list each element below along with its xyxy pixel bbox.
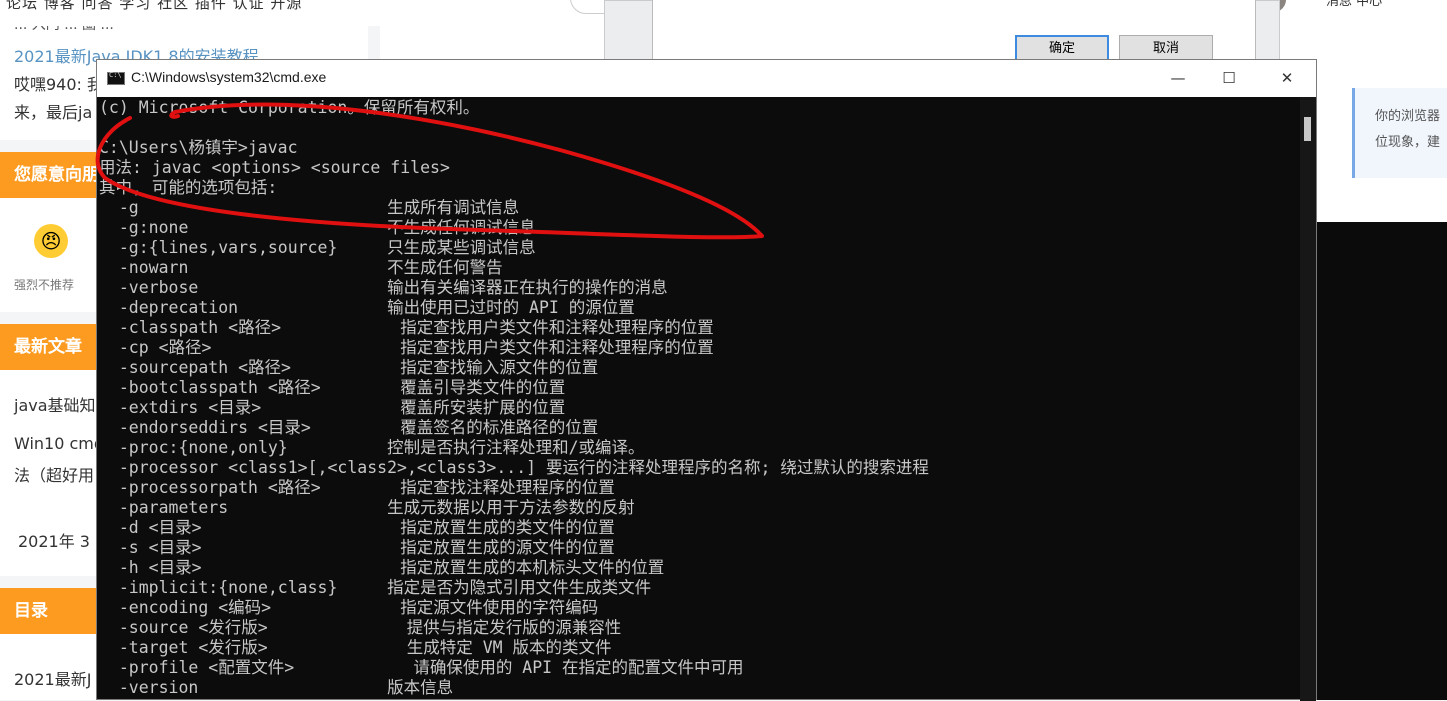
cmd-window[interactable]: C:\Windows\system32\cmd.exe — ☐ ✕ (c) Mi…: [96, 59, 1317, 701]
console-line: -encoding <编码> 指定源文件使用的字符编码: [99, 598, 599, 617]
latest-article-item[interactable]: java基础知: [14, 392, 96, 416]
browser-notice: 你的浏览器 位现象，建: [1352, 88, 1447, 178]
console-line: -s <目录> 指定放置生成的源文件的位置: [99, 538, 615, 557]
console-line: -target <发行版> 生成特定 VM 版本的类文件: [99, 638, 612, 657]
console-line: -source <发行版> 提供与指定发行版的源兼容性: [99, 618, 622, 637]
console-line: 其中, 可能的选项包括:: [99, 178, 278, 197]
angry-face-icon[interactable]: 😠: [34, 224, 68, 258]
latest-article-item-cont[interactable]: 法（超好用: [14, 462, 94, 486]
console-line: -g:none 不生成任何调试信息: [99, 218, 536, 237]
console-line: -processorpath <路径> 指定查找注释处理程序的位置: [99, 478, 615, 497]
user-menu[interactable]: 消息 中心: [1326, 0, 1382, 9]
close-icon[interactable]: ✕: [1264, 60, 1310, 97]
rating-label: 强烈不推荐: [14, 278, 75, 292]
console-line: -d <目录> 指定放置生成的类文件的位置: [99, 518, 615, 537]
console-line: -version 版本信息: [99, 678, 454, 697]
article-snippet: ... 入门 ... 圈 ...: [14, 26, 114, 34]
comment-line: 来，最后ja: [14, 103, 93, 122]
console-line: -parameters 生成元数据以用于方法参数的反射: [99, 498, 635, 517]
console-line: -verbose 输出有关编译器正在执行的操作的消息: [99, 278, 668, 297]
console-output[interactable]: (c) Microsoft Corporation。保留所有权利。 C:\User…: [97, 97, 1302, 701]
console-line: -cp <路径> 指定查找用户类文件和注释处理程序的位置: [99, 338, 714, 357]
cmd-titlebar[interactable]: C:\Windows\system32\cmd.exe — ☐ ✕: [97, 60, 1316, 97]
window-title: C:\Windows\system32\cmd.exe: [131, 69, 327, 85]
minimize-icon[interactable]: —: [1155, 60, 1201, 97]
console-line: -endorseddirs <目录> 覆盖签名的标准路径的位置: [99, 418, 599, 437]
console-line: -h <目录> 指定放置生成的本机标头文件的位置: [99, 558, 665, 577]
console-line: 用法: javac <options> <source files>: [99, 158, 450, 177]
console-line: -profile <配置文件> 请确保使用的 API 在指定的配置文件中可用: [99, 658, 744, 677]
console-line: -sourcepath <路径> 指定查找输入源文件的位置: [99, 358, 599, 377]
console-line: (c) Microsoft Corporation。保留所有权利。: [99, 98, 480, 117]
console-line: -processor <class1>[,<class2>,<class3>..…: [99, 458, 929, 477]
console-line: -classpath <路径> 指定查找用户类文件和注释处理程序的位置: [99, 318, 714, 337]
scrollbar-thumb[interactable]: [1304, 117, 1311, 141]
console-line: -proc:{none,only} 控制是否执行注释处理和/或编译。: [99, 438, 645, 457]
latest-article-item[interactable]: Win10 cmd: [14, 434, 104, 453]
notice-line: 位现象，建: [1375, 135, 1441, 150]
top-nav-links[interactable]: 论坛 博客 问答 学习 社区 插件 认证 开源: [6, 0, 302, 13]
console-line: -bootclasspath <路径> 覆盖引导类文件的位置: [99, 378, 566, 397]
dark-panel: [1316, 222, 1447, 700]
archive-item[interactable]: 2021年 3: [18, 528, 90, 552]
console-line: -g 生成所有调试信息: [99, 198, 520, 217]
console-line: -extdirs <目录> 覆盖所安装扩展的位置: [99, 398, 566, 417]
console-line: -nowarn 不生成任何警告: [99, 258, 503, 277]
console-line: -g:{lines,vars,source} 只生成某些调试信息: [99, 238, 536, 257]
console-line: -deprecation 输出使用已过时的 API 的源位置: [99, 298, 635, 317]
scrollbar[interactable]: [1300, 97, 1316, 701]
notice-line: 你的浏览器: [1375, 109, 1441, 124]
maximize-icon[interactable]: ☐: [1206, 60, 1252, 97]
console-line: C:\Users\杨镇宇>javac: [99, 138, 298, 157]
cmd-app-icon: [107, 71, 125, 85]
console-line: -implicit:{none,class} 指定是否为隐式引用文件生成类文件: [99, 578, 652, 597]
toc-item[interactable]: 2021最新J: [14, 666, 91, 690]
comment-line: 哎嘿940: 我: [14, 75, 104, 94]
